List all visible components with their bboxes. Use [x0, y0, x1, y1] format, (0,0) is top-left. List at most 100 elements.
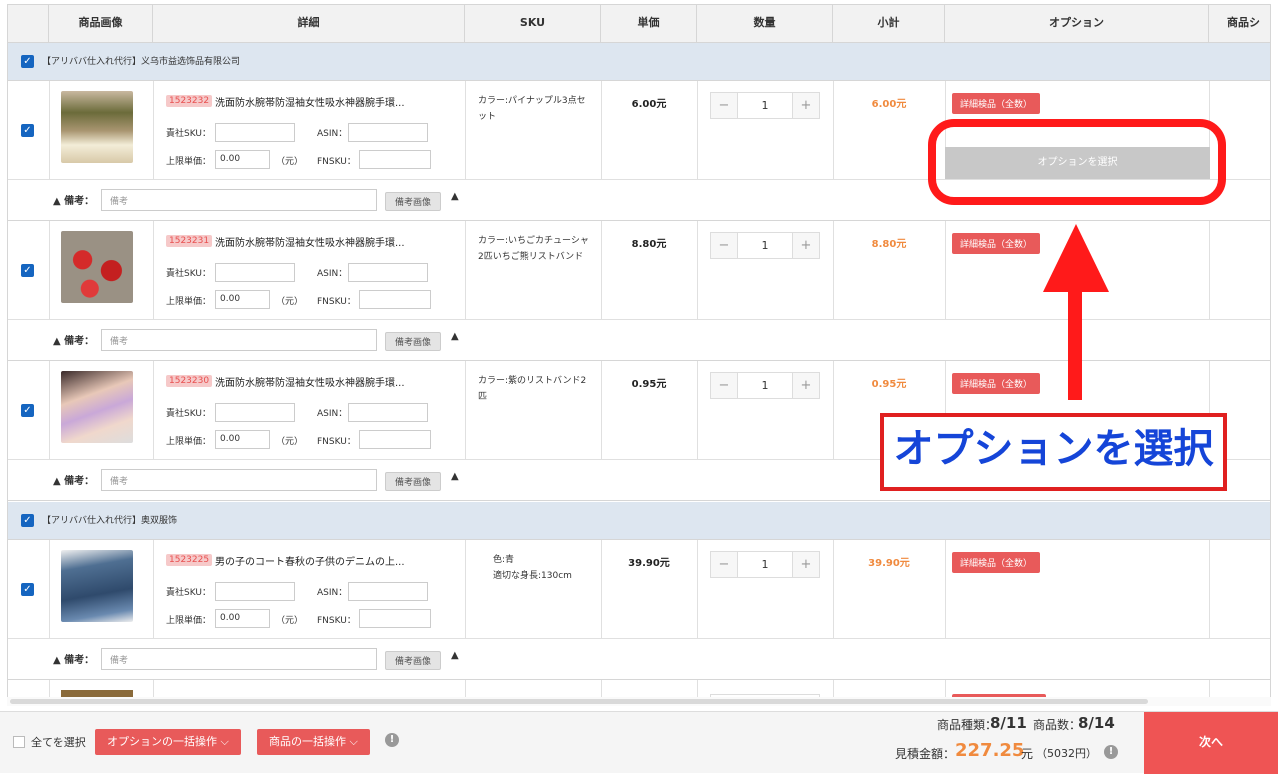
quantity-stepper: − 1 + [710, 551, 820, 578]
product-title[interactable]: 男の子のコート春秋の子供のデニムの上... [215, 553, 433, 568]
asin-input[interactable] [348, 403, 428, 422]
note-toggle-icon[interactable]: ▲ [451, 471, 459, 482]
note-input[interactable]: 備考 [101, 469, 377, 491]
header-detail: 詳細 [153, 5, 465, 43]
increment-button[interactable]: + [793, 373, 819, 398]
header-check [8, 5, 49, 43]
quantity-input[interactable]: 1 [737, 552, 793, 577]
asin-label: ASIN： [317, 129, 348, 139]
unit-price: 0.95元 [631, 379, 667, 390]
bulk-option-button[interactable]: オプションの一括操作 ⌵ [95, 729, 241, 755]
row-checkbox[interactable]: ✓ [21, 404, 34, 417]
max-price-label: 上限単価： [166, 297, 212, 307]
product-image[interactable] [61, 91, 133, 163]
max-price-label: 上限単価： [166, 616, 212, 626]
product-title[interactable]: 洗面防水腕帯防湿袖女性吸水神器腕手環... [215, 374, 433, 389]
decrement-button[interactable]: − [711, 233, 737, 258]
quantity-stepper: − 1 + [710, 372, 820, 399]
asin-input[interactable] [348, 123, 428, 142]
company-sku-label: 責社SKU： [166, 588, 211, 598]
note-image-button[interactable]: 備考画像 [385, 472, 442, 491]
product-image[interactable] [61, 371, 133, 443]
decrement-button[interactable]: − [711, 373, 737, 398]
quantity-input[interactable]: 1 [737, 93, 793, 118]
fnsku-input[interactable] [359, 430, 431, 449]
arrow-shaft [1068, 288, 1082, 400]
inspection-badge[interactable]: 詳細検品（全数） [952, 233, 1041, 254]
estimate-info-icon[interactable]: ! [1104, 745, 1118, 759]
product-title[interactable]: 洗面防水腕帯防湿袖女性吸水神器腕手環... [215, 234, 433, 249]
note-image-button[interactable]: 備考画像 [385, 332, 442, 351]
fnsku-label: FNSKU： [317, 437, 356, 447]
quantity-input[interactable]: 1 [737, 233, 793, 258]
fnsku-input[interactable] [359, 150, 431, 169]
product-title[interactable]: 洗面防水腕帯防湿袖女性吸水神器腕手環... [215, 94, 433, 109]
note-toggle-icon[interactable]: ▲ [451, 650, 459, 661]
increment-button[interactable]: + [793, 93, 819, 118]
increment-button[interactable]: + [793, 233, 819, 258]
company-sku-input[interactable] [215, 263, 295, 282]
shop-name: 【アリババ仕入れ代行】奥双服饰 [42, 516, 178, 526]
company-sku-input[interactable] [215, 123, 295, 142]
kinds-label: 商品種類： [937, 718, 998, 732]
max-price-input[interactable]: 0.00 [215, 609, 270, 628]
product-id[interactable]: 1523230 [166, 375, 213, 387]
note-label[interactable]: ▲ 備考： [53, 332, 94, 347]
note-toggle-icon[interactable]: ▲ [451, 331, 459, 342]
select-all-checkbox[interactable] [13, 736, 25, 748]
company-sku-input[interactable] [215, 582, 295, 601]
max-price-input[interactable]: 0.00 [215, 150, 270, 169]
sku-text: カラー:紫のリストバンド2匹 [478, 376, 587, 402]
select-all-label[interactable]: 全てを選択 [31, 734, 86, 750]
table-header: 商品画像 詳細 SKU 単価 数量 小計 オプション 商品シ [8, 5, 1270, 43]
quantity-input[interactable]: 1 [737, 373, 793, 398]
fnsku-input[interactable] [359, 609, 431, 628]
company-sku-input[interactable] [215, 403, 295, 422]
header-sku: SKU [465, 5, 601, 43]
inspection-badge[interactable]: 詳細検品（全数） [952, 93, 1041, 114]
count-label: 商品数： [1033, 718, 1082, 732]
scrollbar-thumb[interactable] [10, 699, 1148, 704]
row-checkbox[interactable]: ✓ [21, 264, 34, 277]
decrement-button[interactable]: − [711, 552, 737, 577]
subtotal: 6.00元 [871, 99, 907, 110]
note-input[interactable]: 備考 [101, 189, 377, 211]
row-checkbox[interactable]: ✓ [21, 583, 34, 596]
shop-checkbox[interactable]: ✓ [21, 55, 34, 68]
product-id[interactable]: 1523231 [166, 235, 213, 247]
decrement-button[interactable]: − [711, 93, 737, 118]
company-sku-label: 責社SKU： [166, 409, 211, 419]
note-toggle-icon[interactable]: ▲ [451, 191, 459, 202]
max-price-input[interactable]: 0.00 [215, 290, 270, 309]
bulk-product-button[interactable]: 商品の一括操作 ⌵ [257, 729, 370, 755]
header-option: オプション [945, 5, 1209, 43]
row-checkbox[interactable]: ✓ [21, 124, 34, 137]
inspection-badge[interactable]: 詳細検品（全数） [952, 552, 1041, 573]
increment-button[interactable]: + [793, 552, 819, 577]
product-id[interactable]: 1523232 [166, 95, 213, 107]
product-image[interactable] [61, 550, 133, 622]
shop-checkbox[interactable]: ✓ [21, 514, 34, 527]
note-input[interactable]: 備考 [101, 329, 377, 351]
yuan-label: （元） [276, 616, 304, 626]
product-image[interactable] [61, 231, 133, 303]
note-label[interactable]: ▲ 備考： [53, 651, 94, 666]
note-label[interactable]: ▲ 備考： [53, 192, 94, 207]
note-image-button[interactable]: 備考画像 [385, 192, 442, 211]
asin-input[interactable] [348, 263, 428, 282]
fnsku-label: FNSKU： [317, 616, 356, 626]
asin-label: ASIN： [317, 269, 348, 279]
annotation-callout: オプションを選択 [880, 413, 1227, 491]
product-id[interactable]: 1523225 [166, 554, 213, 566]
max-price-input[interactable]: 0.00 [215, 430, 270, 449]
note-label[interactable]: ▲ 備考： [53, 472, 94, 487]
note-image-button[interactable]: 備考画像 [385, 651, 442, 670]
inspection-badge[interactable]: 詳細検品（全数） [952, 373, 1041, 394]
shop-group-header: ✓ 【アリババ仕入れ代行】义乌市益选饰品有限公司 [8, 43, 1270, 81]
asin-input[interactable] [348, 582, 428, 601]
count-value: 8/14 [1078, 714, 1115, 732]
info-icon[interactable]: ! [385, 733, 399, 747]
fnsku-input[interactable] [359, 290, 431, 309]
next-button[interactable]: 次へ [1144, 712, 1278, 774]
note-input[interactable]: 備考 [101, 648, 377, 670]
